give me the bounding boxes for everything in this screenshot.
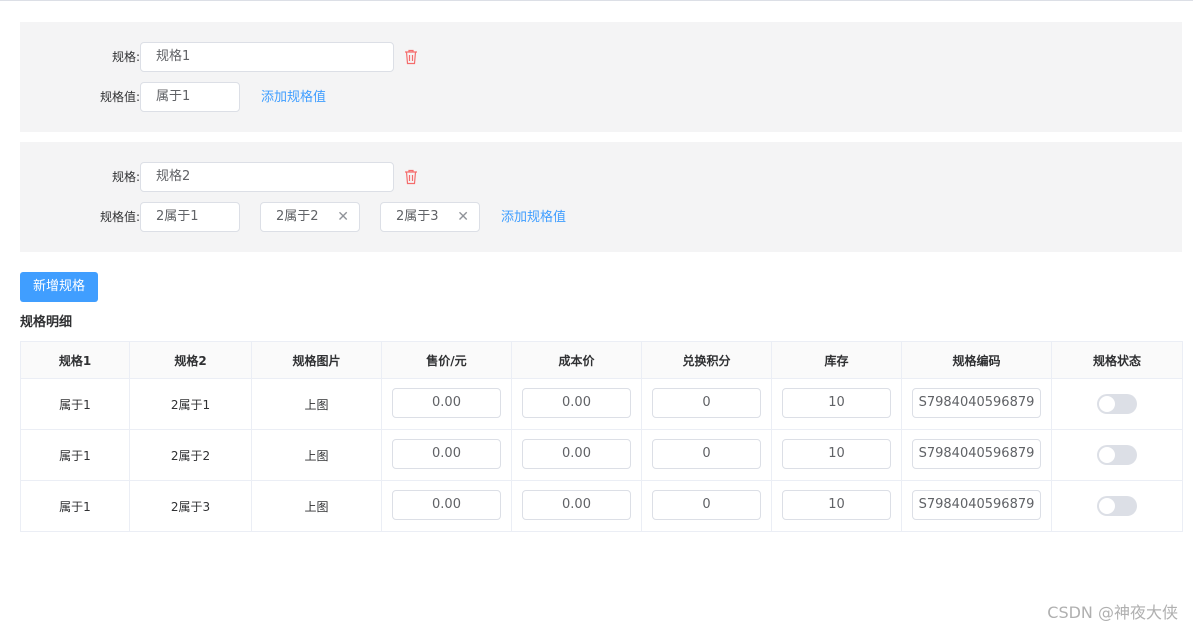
table-header-row: 规格1 规格2 规格图片 售价/元 成本价 兑换积分 库存 规格编码 规格状态 <box>20 341 1183 379</box>
cell-spec1: 属于1 <box>20 378 130 430</box>
cost-input[interactable]: 0.00 <box>522 489 631 520</box>
stock-input[interactable]: 10 <box>782 387 891 418</box>
remove-value-icon[interactable]: ✕ <box>457 203 469 231</box>
watermark: CSDN @神夜大侠 <box>1047 603 1178 622</box>
upload-image-link[interactable]: 上图 <box>251 480 382 532</box>
code-input[interactable]: S7984040596879 <box>912 489 1041 520</box>
header-image: 规格图片 <box>251 341 382 379</box>
spec-name-input[interactable]: 规格1 <box>140 42 394 72</box>
header-spec1: 规格1 <box>20 341 130 379</box>
stock-input[interactable]: 10 <box>782 489 891 520</box>
points-input[interactable]: 0 <box>652 387 761 418</box>
spec-value-text: 2属于3 <box>396 209 439 224</box>
stock-input[interactable]: 10 <box>782 438 891 469</box>
cost-input[interactable]: 0.00 <box>522 387 631 418</box>
spec-name-input[interactable]: 规格2 <box>140 162 394 192</box>
delete-spec-icon[interactable] <box>404 169 418 185</box>
spec-value-input[interactable]: 2属于1 <box>140 202 240 232</box>
add-spec-button[interactable]: 新增规格 <box>20 272 98 302</box>
remove-value-icon[interactable]: ✕ <box>337 203 349 231</box>
price-input[interactable]: 0.00 <box>392 489 501 520</box>
delete-spec-icon[interactable] <box>404 49 418 65</box>
spec-block-2: 规格: 规格2 规格值: 2属于1 2属于2 ✕ 2属于3 ✕ 添加规格值 <box>20 142 1182 252</box>
price-input[interactable]: 0.00 <box>392 438 501 469</box>
code-input[interactable]: S7984040596879 <box>912 387 1041 418</box>
spec-values-label: 规格值: <box>99 210 140 224</box>
cell-spec1: 属于1 <box>20 429 130 481</box>
spec-values-label: 规格值: <box>99 90 140 104</box>
cell-spec1: 属于1 <box>20 480 130 532</box>
price-input[interactable]: 0.00 <box>392 387 501 418</box>
switch-knob <box>1099 396 1115 412</box>
status-switch[interactable] <box>1097 394 1137 414</box>
switch-knob <box>1099 498 1115 514</box>
header-cost: 成本价 <box>511 341 642 379</box>
spec-value-input[interactable]: 2属于3 ✕ <box>380 202 480 232</box>
add-spec-value-link[interactable]: 添加规格值 <box>501 203 566 233</box>
header-code: 规格编码 <box>901 341 1052 379</box>
cell-spec2: 2属于1 <box>129 378 252 430</box>
cell-spec2: 2属于2 <box>129 429 252 481</box>
upload-image-link[interactable]: 上图 <box>251 378 382 430</box>
points-input[interactable]: 0 <box>652 489 761 520</box>
header-spec2: 规格2 <box>129 341 252 379</box>
spec-value-input[interactable]: 2属于2 ✕ <box>260 202 360 232</box>
table-row: 属于1 2属于3 上图 0.00 0.00 0 10 S798404059687… <box>20 480 1183 532</box>
spec-detail-table: 规格1 规格2 规格图片 售价/元 成本价 兑换积分 库存 规格编码 规格状态 … <box>20 341 1183 532</box>
cell-spec2: 2属于3 <box>129 480 252 532</box>
spec-label: 规格: <box>111 170 140 184</box>
header-stock: 库存 <box>771 341 902 379</box>
header-price: 售价/元 <box>381 341 512 379</box>
detail-title: 规格明细 <box>20 315 73 330</box>
code-input[interactable]: S7984040596879 <box>912 438 1041 469</box>
cost-input[interactable]: 0.00 <box>522 438 631 469</box>
add-spec-value-link[interactable]: 添加规格值 <box>261 83 326 113</box>
table-row: 属于1 2属于2 上图 0.00 0.00 0 10 S798404059687… <box>20 429 1183 481</box>
status-switch[interactable] <box>1097 496 1137 516</box>
points-input[interactable]: 0 <box>652 438 761 469</box>
spec-label: 规格: <box>111 50 140 64</box>
table-row: 属于1 2属于1 上图 0.00 0.00 0 10 S798404059687… <box>20 378 1183 430</box>
spec-value-text: 2属于2 <box>276 209 319 224</box>
header-status: 规格状态 <box>1051 341 1183 379</box>
switch-knob <box>1099 447 1115 463</box>
spec-block-1: 规格: 规格1 规格值: 属于1 添加规格值 <box>20 22 1182 132</box>
spec-value-input[interactable]: 属于1 <box>140 82 240 112</box>
upload-image-link[interactable]: 上图 <box>251 429 382 481</box>
status-switch[interactable] <box>1097 445 1137 465</box>
header-points: 兑换积分 <box>641 341 772 379</box>
top-divider <box>0 0 1193 2</box>
